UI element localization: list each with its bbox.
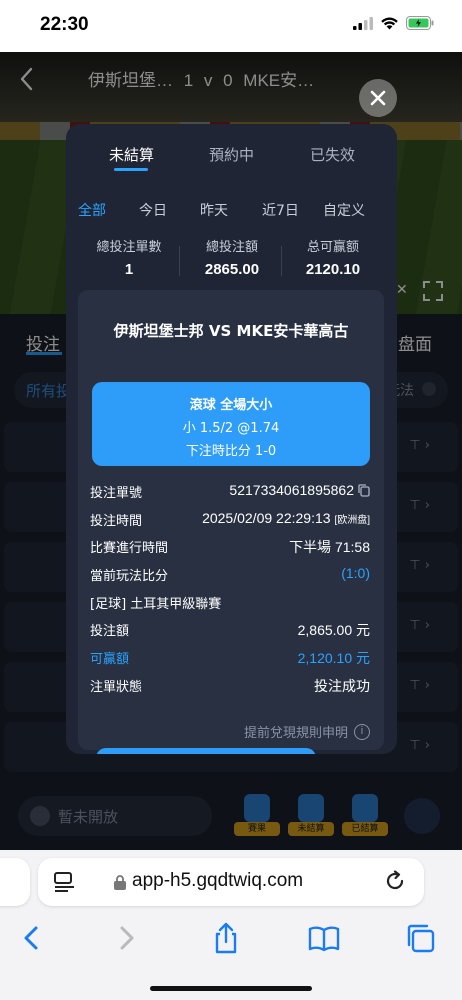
bet-id-value-wrap: 5217334061895862 <box>229 482 370 498</box>
detail-row-status: 注單狀態 投注成功 <box>90 676 370 704</box>
stat-winnable-value: 2120.10 <box>305 261 361 278</box>
filter-custom[interactable]: 自定义 <box>323 200 365 220</box>
detail-row-bet-id: 投注單號 5217334061895862 <box>90 482 370 510</box>
stat-winnable: 总可赢额 2120.10 <box>278 236 388 278</box>
info-icon: i <box>354 723 370 740</box>
filter-yesterday[interactable]: 昨天 <box>200 200 228 220</box>
reader-mode-icon[interactable] <box>54 872 76 892</box>
stat-stake-label: 總投注額 <box>205 240 258 255</box>
bet-time-value-wrap: 2025/02/09 22:29:13 [欧洲盘] <box>202 510 370 526</box>
home-indicator <box>150 986 312 991</box>
match-name: 伊斯坦堡士邦 VS MKE安卡華高古 <box>113 322 349 340</box>
tab-reserved[interactable]: 預約中 <box>209 144 254 165</box>
filter-today[interactable]: 今日 <box>139 200 167 220</box>
date-filter: 全部 今日 昨天 近7日 自定义 <box>66 200 397 224</box>
winnable-label: 可贏額 <box>90 652 130 668</box>
stake-value: 2,865.00 元 <box>297 622 370 639</box>
match-time-value: 下半場 71:58 <box>289 539 370 556</box>
detail-row-stake: 投注額 2,865.00 元 <box>90 620 370 648</box>
status-icons <box>353 16 434 30</box>
bet-time-label: 投注時間 <box>90 513 143 529</box>
browser-chrome: app-h5.gqdtwiq.com <box>0 850 462 1000</box>
winnable-value: 2,120.10 元 <box>297 650 370 667</box>
stat-stake: 總投注額 2865.00 <box>177 236 287 278</box>
forward-button[interactable] <box>108 920 144 956</box>
signal-icon <box>353 16 373 30</box>
wifi-icon <box>381 17 398 30</box>
stat-stake-value: 2865.00 <box>204 261 260 278</box>
market-box: 滾球 全場大小 小 1.5/2 @1.74 下注時比分 1-0 <box>92 382 370 466</box>
status-bar: 22:30 <box>0 0 462 52</box>
market-score: 下注時比分 1-0 <box>185 444 277 459</box>
browser-toolbar <box>0 920 462 960</box>
cashout-rules-label: 提前兌現規則申明 <box>243 726 348 741</box>
active-tab-indicator <box>114 168 148 171</box>
market-title: 滾球 全場大小 <box>189 398 273 413</box>
bet-id-value: 5217334061895862 <box>229 482 354 498</box>
modal-tabs: 未結算 預約中 已失效 <box>66 124 397 180</box>
detail-row-current-score: 當前玩法比分 (1:0) <box>90 565 370 593</box>
bet-details: 投注單號 5217334061895862 投注時間 2025/02/09 22… <box>90 482 370 704</box>
address-bar[interactable]: app-h5.gqdtwiq.com <box>38 858 424 906</box>
tab-expired[interactable]: 已失效 <box>310 144 355 165</box>
screen: { "status_bar": { "time": "22:30" }, "vi… <box>0 0 462 1000</box>
back-button[interactable] <box>14 920 50 956</box>
filter-all[interactable]: 全部 <box>78 200 106 220</box>
stat-count-value: 1 <box>124 261 134 278</box>
url-text: app-h5.gqdtwiq.com <box>132 870 304 891</box>
league-label: [足球] 土耳其甲級聯賽 <box>90 596 222 612</box>
lock-icon <box>114 875 126 890</box>
detail-row-match-time: 比賽進行時間 下半場 71:58 <box>90 537 370 565</box>
summary-stats: 總投注單數 1 總投注額 2865.00 总可赢额 2120.10 <box>66 236 397 288</box>
current-score-label: 當前玩法比分 <box>90 569 169 585</box>
close-icon <box>370 90 386 106</box>
status-value: 投注成功 <box>314 677 370 694</box>
cashout-button[interactable] <box>96 748 316 754</box>
stat-winnable-label: 总可赢额 <box>306 240 359 255</box>
stat-count: 總投注單數 1 <box>74 236 184 278</box>
bet-card: 伊斯坦堡士邦 VS MKE安卡華高古 滾球 全場大小 小 1.5/2 @1.74… <box>78 290 384 750</box>
cashout-rules-link[interactable]: 提前兌現規則申明 i <box>244 722 370 741</box>
bet-id-label: 投注單號 <box>90 486 143 501</box>
copy-icon[interactable] <box>358 484 370 497</box>
tab-unsettled[interactable]: 未結算 <box>109 144 154 165</box>
market-selection: 小 1.5/2 @1.74 <box>182 421 280 436</box>
reload-icon[interactable] <box>384 870 406 892</box>
bookmarks-button[interactable] <box>306 920 342 956</box>
current-score-value: (1:0) <box>341 565 370 582</box>
status-label: 注單狀態 <box>90 679 143 695</box>
stat-count-label: 總投注單數 <box>96 240 162 255</box>
odds-type-tag: [欧洲盘] <box>334 514 370 526</box>
match-time-label: 比賽進行時間 <box>90 541 169 557</box>
previous-tab-peek[interactable] <box>0 858 30 906</box>
tabs-button[interactable] <box>402 920 438 956</box>
detail-row-league: [足球] 土耳其甲級聯賽 <box>90 593 370 621</box>
battery-icon <box>406 16 434 30</box>
share-button[interactable] <box>208 920 244 956</box>
bet-records-modal: 未結算 預約中 已失效 全部 今日 昨天 近7日 自定义 總投注單數 1 總投注… <box>66 124 397 754</box>
close-button[interactable] <box>359 79 397 117</box>
filter-7days[interactable]: 近7日 <box>262 200 299 220</box>
detail-row-bet-time: 投注時間 2025/02/09 22:29:13 [欧洲盘] <box>90 510 370 538</box>
status-time: 22:30 <box>40 14 89 35</box>
bet-time-value: 2025/02/09 22:29:13 <box>202 509 331 526</box>
detail-row-winnable: 可贏額 2,120.10 元 <box>90 648 370 676</box>
stake-label: 投注額 <box>90 624 130 640</box>
